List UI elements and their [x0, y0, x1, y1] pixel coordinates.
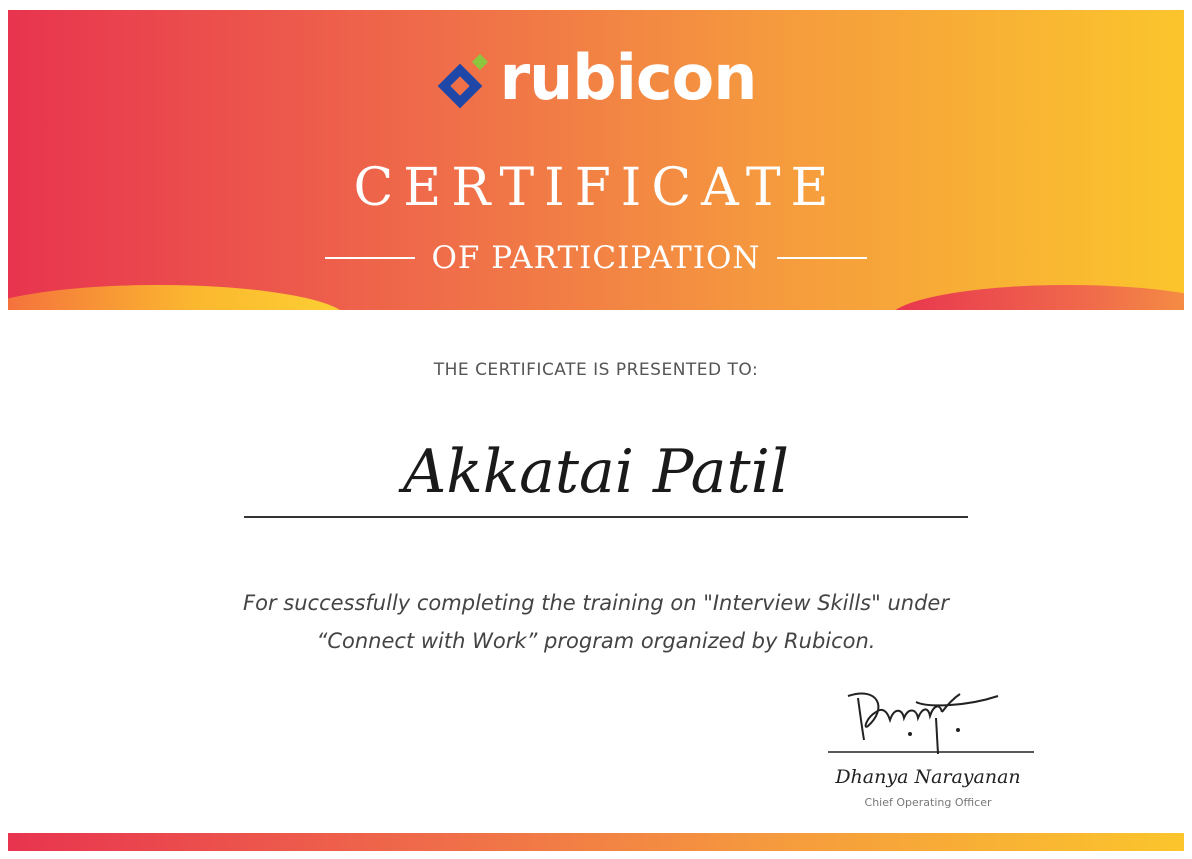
certificate-subtitle: OF PARTICIPATION	[431, 239, 761, 276]
description-line-1: For successfully completing the training…	[243, 591, 949, 615]
rubicon-logo: rubicon	[8, 38, 1184, 118]
signature-block: Dhanya Narayanan Chief Operating Officer	[808, 678, 1048, 818]
presented-to-label: THE CERTIFICATE IS PRESENTED TO:	[433, 360, 759, 380]
recipient-underline	[244, 516, 968, 518]
signatory-title: Chief Operating Officer	[864, 796, 992, 809]
certificate: rubicon CERTIFICATE OF PARTICIPATION THE…	[8, 10, 1184, 851]
certificate-description: For successfully completing the training…	[158, 584, 1034, 660]
subtitle-rule-right	[776, 257, 867, 259]
signatory-name: Dhanya Narayanan	[835, 766, 1021, 788]
decorative-swoosh-left	[8, 285, 348, 310]
subtitle-row: OF PARTICIPATION	[8, 238, 1184, 278]
page: rubicon CERTIFICATE OF PARTICIPATION THE…	[0, 0, 1192, 859]
logo-wordmark: rubicon	[499, 41, 758, 114]
rubicon-diamond-icon	[437, 54, 488, 109]
recipient-name: Akkatai Patil	[403, 437, 789, 507]
subtitle-rule-left	[325, 257, 416, 259]
signature-image	[828, 692, 1034, 755]
certificate-header: rubicon CERTIFICATE OF PARTICIPATION	[8, 10, 1184, 310]
certificate-title: CERTIFICATE	[353, 158, 839, 218]
decorative-swoosh-right	[888, 285, 1184, 310]
certificate-footer-band	[8, 833, 1184, 851]
description-line-2: “Connect with Work” program organized by…	[316, 629, 876, 653]
